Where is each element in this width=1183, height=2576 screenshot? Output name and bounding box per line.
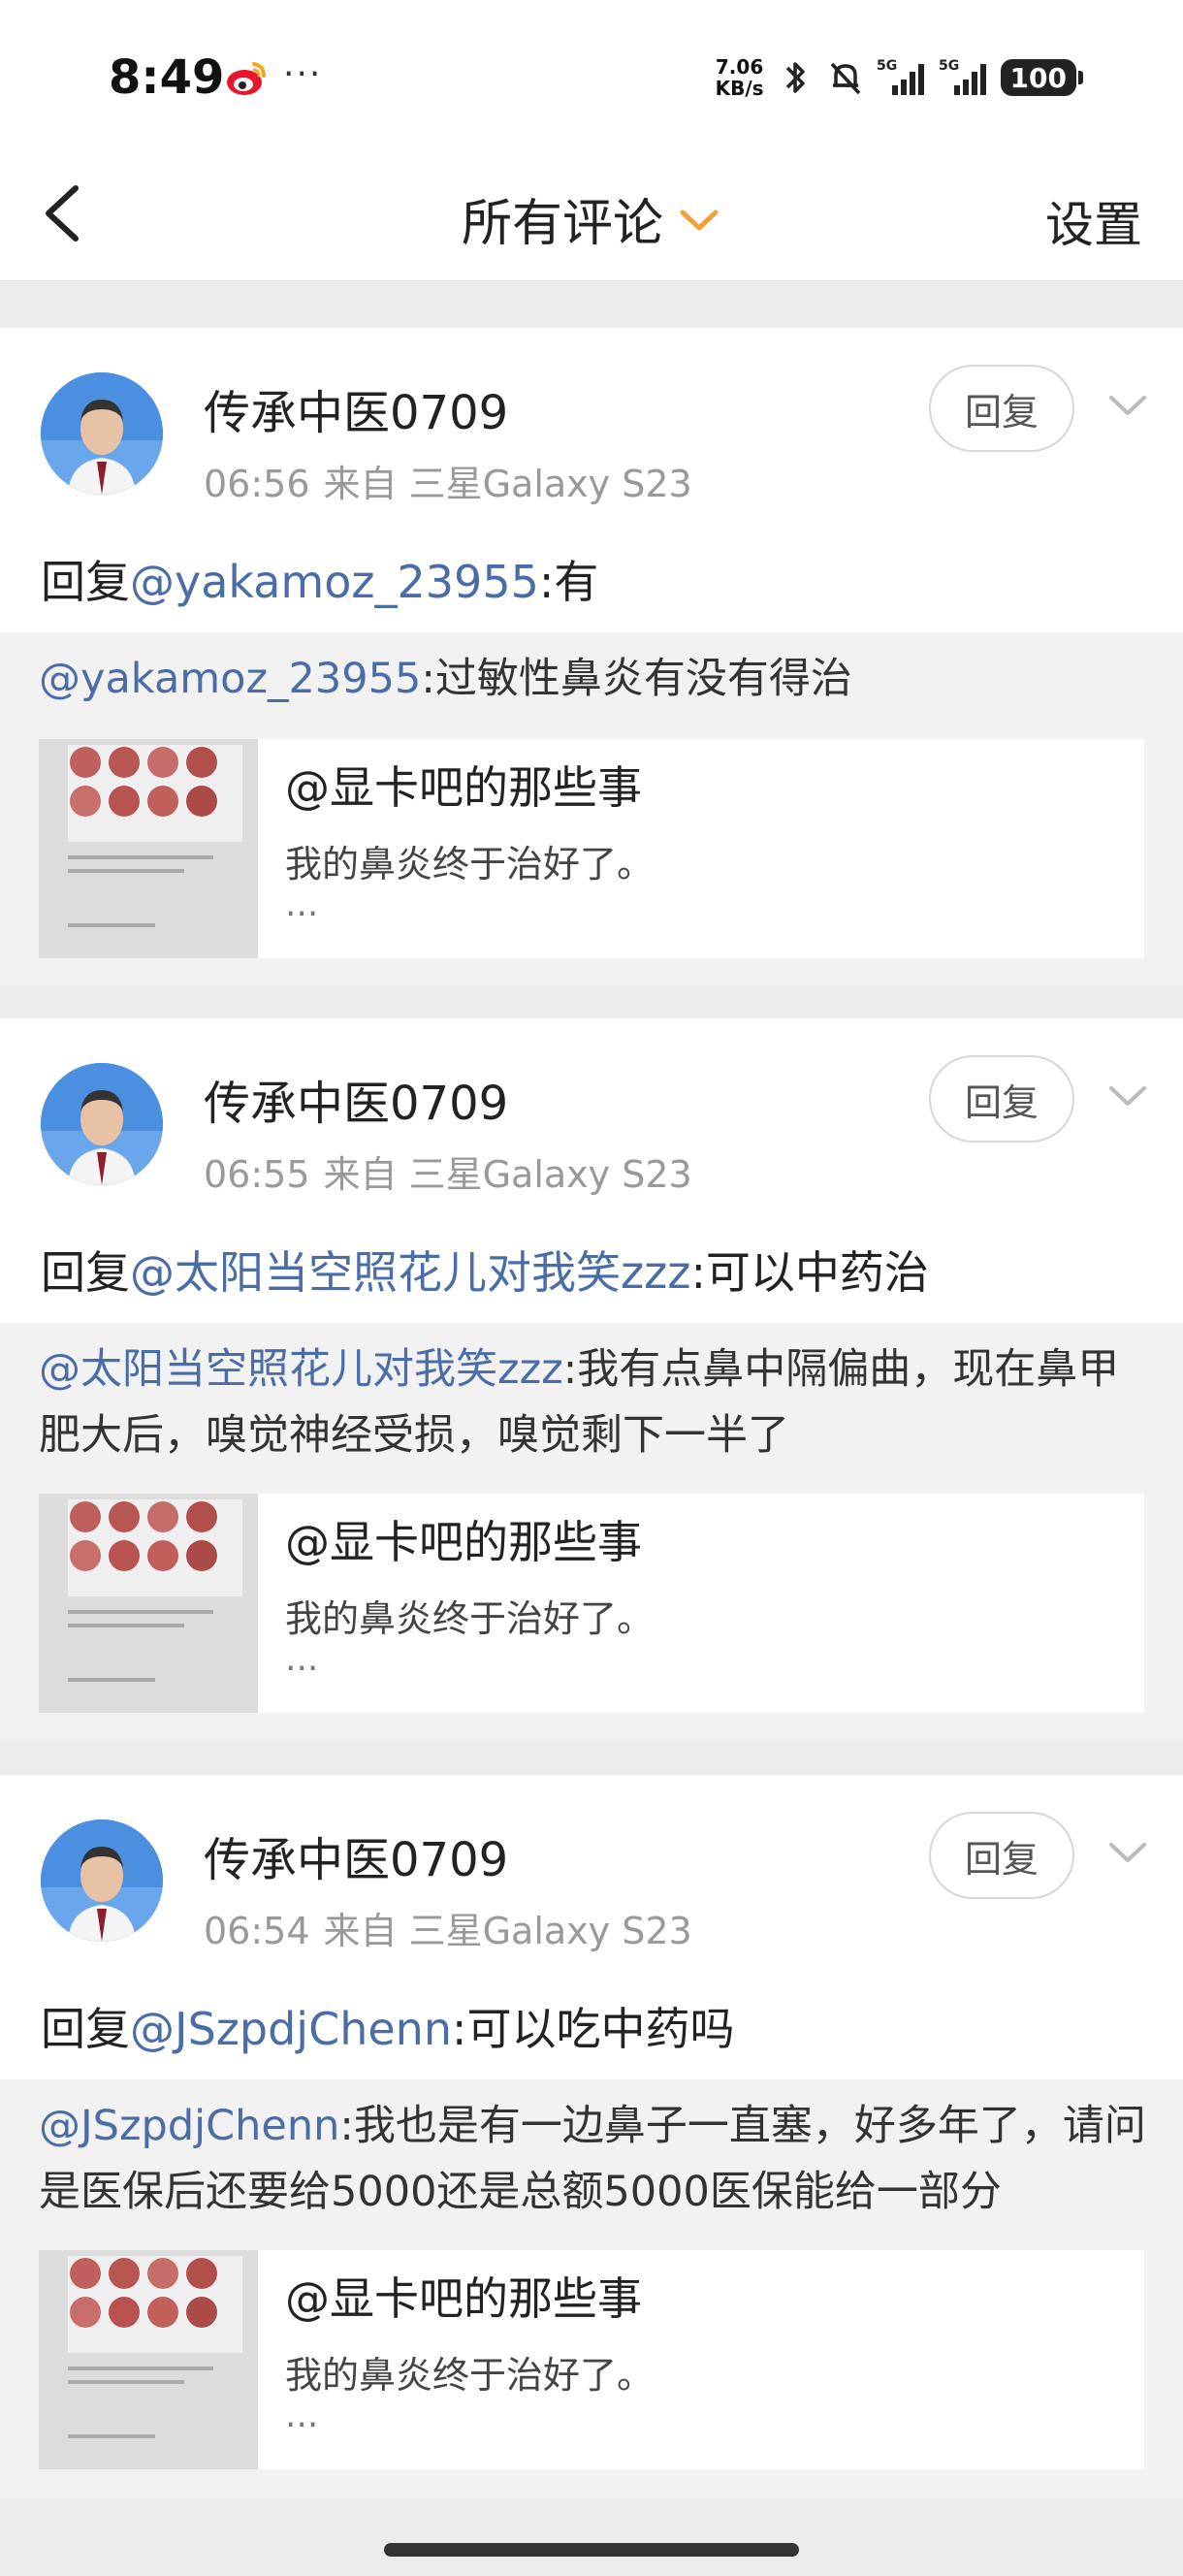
avatar-image [41, 372, 163, 495]
reply-button[interactable]: 回复 [929, 365, 1074, 452]
avatar-image [41, 1819, 163, 1942]
net-speed: 7.06 KB/s [716, 56, 764, 99]
status-bar: 8:49 ··· 7.06 KB/s 5G 5G 100 [0, 0, 1183, 145]
reply-prefix: 回复 [41, 2003, 130, 2055]
linked-post-author: @显卡吧的那些事 [285, 761, 642, 814]
signal-icon: 5G [939, 58, 986, 95]
username[interactable]: 传承中医0709 [204, 374, 508, 442]
quoted-mention[interactable]: @JSzpdjChenn [39, 2102, 339, 2150]
linked-post-text: 我的鼻炎终于治好了。 [285, 2354, 655, 2397]
quoted-mention[interactable]: @太阳当空照花儿对我笑zzz [39, 1345, 563, 1394]
quoted-mention[interactable]: @yakamoz_23955 [39, 655, 421, 703]
reply-content: :有 [538, 556, 599, 608]
status-time: 8:49 [109, 50, 225, 105]
title-bar: 所有评论 设置 [0, 145, 1183, 281]
avatar[interactable] [41, 1819, 163, 1942]
linked-post-text: 我的鼻炎终于治好了。 [285, 1597, 655, 1640]
linked-post-author: @显卡吧的那些事 [285, 2272, 642, 2325]
comment-text: 回复@太阳当空照花儿对我笑zzz:可以中药治 [41, 1238, 929, 1302]
comment-meta: 06:56 来自 三星Galaxy S23 [204, 454, 706, 507]
reply-prefix: 回复 [41, 1246, 130, 1299]
status-icons: 7.06 KB/s 5G 5G 100 [716, 52, 1084, 103]
comment-source: 来自 三星Galaxy S23 [323, 463, 692, 505]
quoted-comment[interactable]: @JSzpdjChenn:我也是有一边鼻子一直塞，好多年了，请问是医保后还要给5… [0, 2079, 1183, 2498]
avatar[interactable] [41, 1063, 163, 1185]
comment-text: 回复@JSzpdjChenn:可以吃中药吗 [41, 1994, 734, 2058]
reply-prefix: 回复 [41, 556, 130, 608]
post-thumbnail [39, 1494, 258, 1713]
comment-card: 传承中医0709 06:54 来自 三星Galaxy S23 回复 回复@JSzp… [0, 1775, 1183, 2498]
username[interactable]: 传承中医0709 [204, 1065, 508, 1133]
mention-link[interactable]: @yakamoz_23955 [130, 556, 539, 608]
linked-post-card[interactable]: @显卡吧的那些事 我的鼻炎终于治好了。 ... [39, 739, 1144, 958]
quoted-text: @yakamoz_23955:过敏性鼻炎有没有得治 [39, 646, 1154, 712]
chevron-down-icon [680, 209, 719, 230]
quoted-content: :过敏性鼻炎有没有得治 [421, 655, 852, 703]
comment-card: 传承中医0709 06:56 来自 三星Galaxy S23 回复 回复@yaka… [0, 328, 1183, 985]
weibo-icon [227, 62, 266, 95]
quoted-text: @太阳当空照花儿对我笑zzz:我有点鼻中隔偏曲，现在鼻甲肥大后，嗅觉神经受损，嗅… [39, 1336, 1154, 1468]
linked-post-ellipsis: ... [285, 885, 319, 924]
reply-content: :可以吃中药吗 [451, 2003, 735, 2055]
chevron-down-icon[interactable] [1105, 1082, 1150, 1111]
signal-icon: 5G [877, 58, 924, 95]
comment-time: 06:54 [204, 1910, 310, 1952]
comment-time: 06:56 [204, 463, 310, 505]
username[interactable]: 传承中医0709 [204, 1821, 508, 1889]
comment-filter-dropdown[interactable]: 所有评论 [0, 182, 1183, 255]
sim2-label: 5G [939, 58, 959, 74]
home-indicator[interactable] [384, 2543, 799, 2557]
reply-button[interactable]: 回复 [929, 1812, 1074, 1899]
comment-meta: 06:54 来自 三星Galaxy S23 [204, 1901, 706, 1954]
comment-meta: 06:55 来自 三星Galaxy S23 [204, 1144, 706, 1198]
bluetooth-icon [785, 62, 805, 93]
battery-icon: 100 [1000, 59, 1084, 96]
quoted-text: @JSzpdjChenn:我也是有一边鼻子一直塞，好多年了，请问是医保后还要给5… [39, 2093, 1154, 2225]
avatar[interactable] [41, 372, 163, 495]
comment-time: 06:55 [204, 1153, 310, 1196]
mute-bell-icon [830, 62, 860, 95]
comment-source: 来自 三星Galaxy S23 [323, 1910, 692, 1952]
linked-post-ellipsis: ... [285, 2396, 319, 2435]
linked-post-card[interactable]: @显卡吧的那些事 我的鼻炎终于治好了。 ... [39, 2250, 1144, 2469]
notification-dots: ··· [283, 54, 323, 94]
chevron-down-icon[interactable] [1105, 392, 1150, 421]
page-title: 所有评论 [461, 195, 663, 253]
linked-post-text: 我的鼻炎终于治好了。 [285, 843, 655, 886]
net-speed-unit: KB/s [715, 77, 764, 100]
comment-text: 回复@yakamoz_23955:有 [41, 547, 598, 611]
comment-card: 传承中医0709 06:55 来自 三星Galaxy S23 回复 回复@太阳当空… [0, 1018, 1183, 1742]
mention-link[interactable]: @JSzpdjChenn [130, 2003, 452, 2055]
chevron-down-icon[interactable] [1105, 1839, 1150, 1868]
post-thumbnail [39, 2250, 258, 2469]
post-thumbnail [39, 739, 258, 958]
quoted-comment[interactable]: @yakamoz_23955:过敏性鼻炎有没有得治 @显卡吧的那些事 我的鼻炎终… [0, 632, 1183, 985]
settings-button[interactable]: 设置 [1045, 186, 1142, 256]
avatar-image [41, 1063, 163, 1185]
quoted-comment[interactable]: @太阳当空照花儿对我笑zzz:我有点鼻中隔偏曲，现在鼻甲肥大后，嗅觉神经受损，嗅… [0, 1323, 1183, 1742]
net-speed-value: 7.06 [715, 55, 764, 79]
comment-source: 来自 三星Galaxy S23 [323, 1153, 692, 1196]
linked-post-author: @显卡吧的那些事 [285, 1516, 642, 1568]
mention-link[interactable]: @太阳当空照花儿对我笑zzz [130, 1246, 690, 1299]
linked-post-ellipsis: ... [285, 1639, 319, 1679]
reply-button[interactable]: 回复 [929, 1055, 1074, 1143]
sim1-label: 5G [877, 58, 897, 74]
reply-content: :可以中药治 [690, 1246, 929, 1299]
linked-post-card[interactable]: @显卡吧的那些事 我的鼻炎终于治好了。 ... [39, 1494, 1144, 1713]
